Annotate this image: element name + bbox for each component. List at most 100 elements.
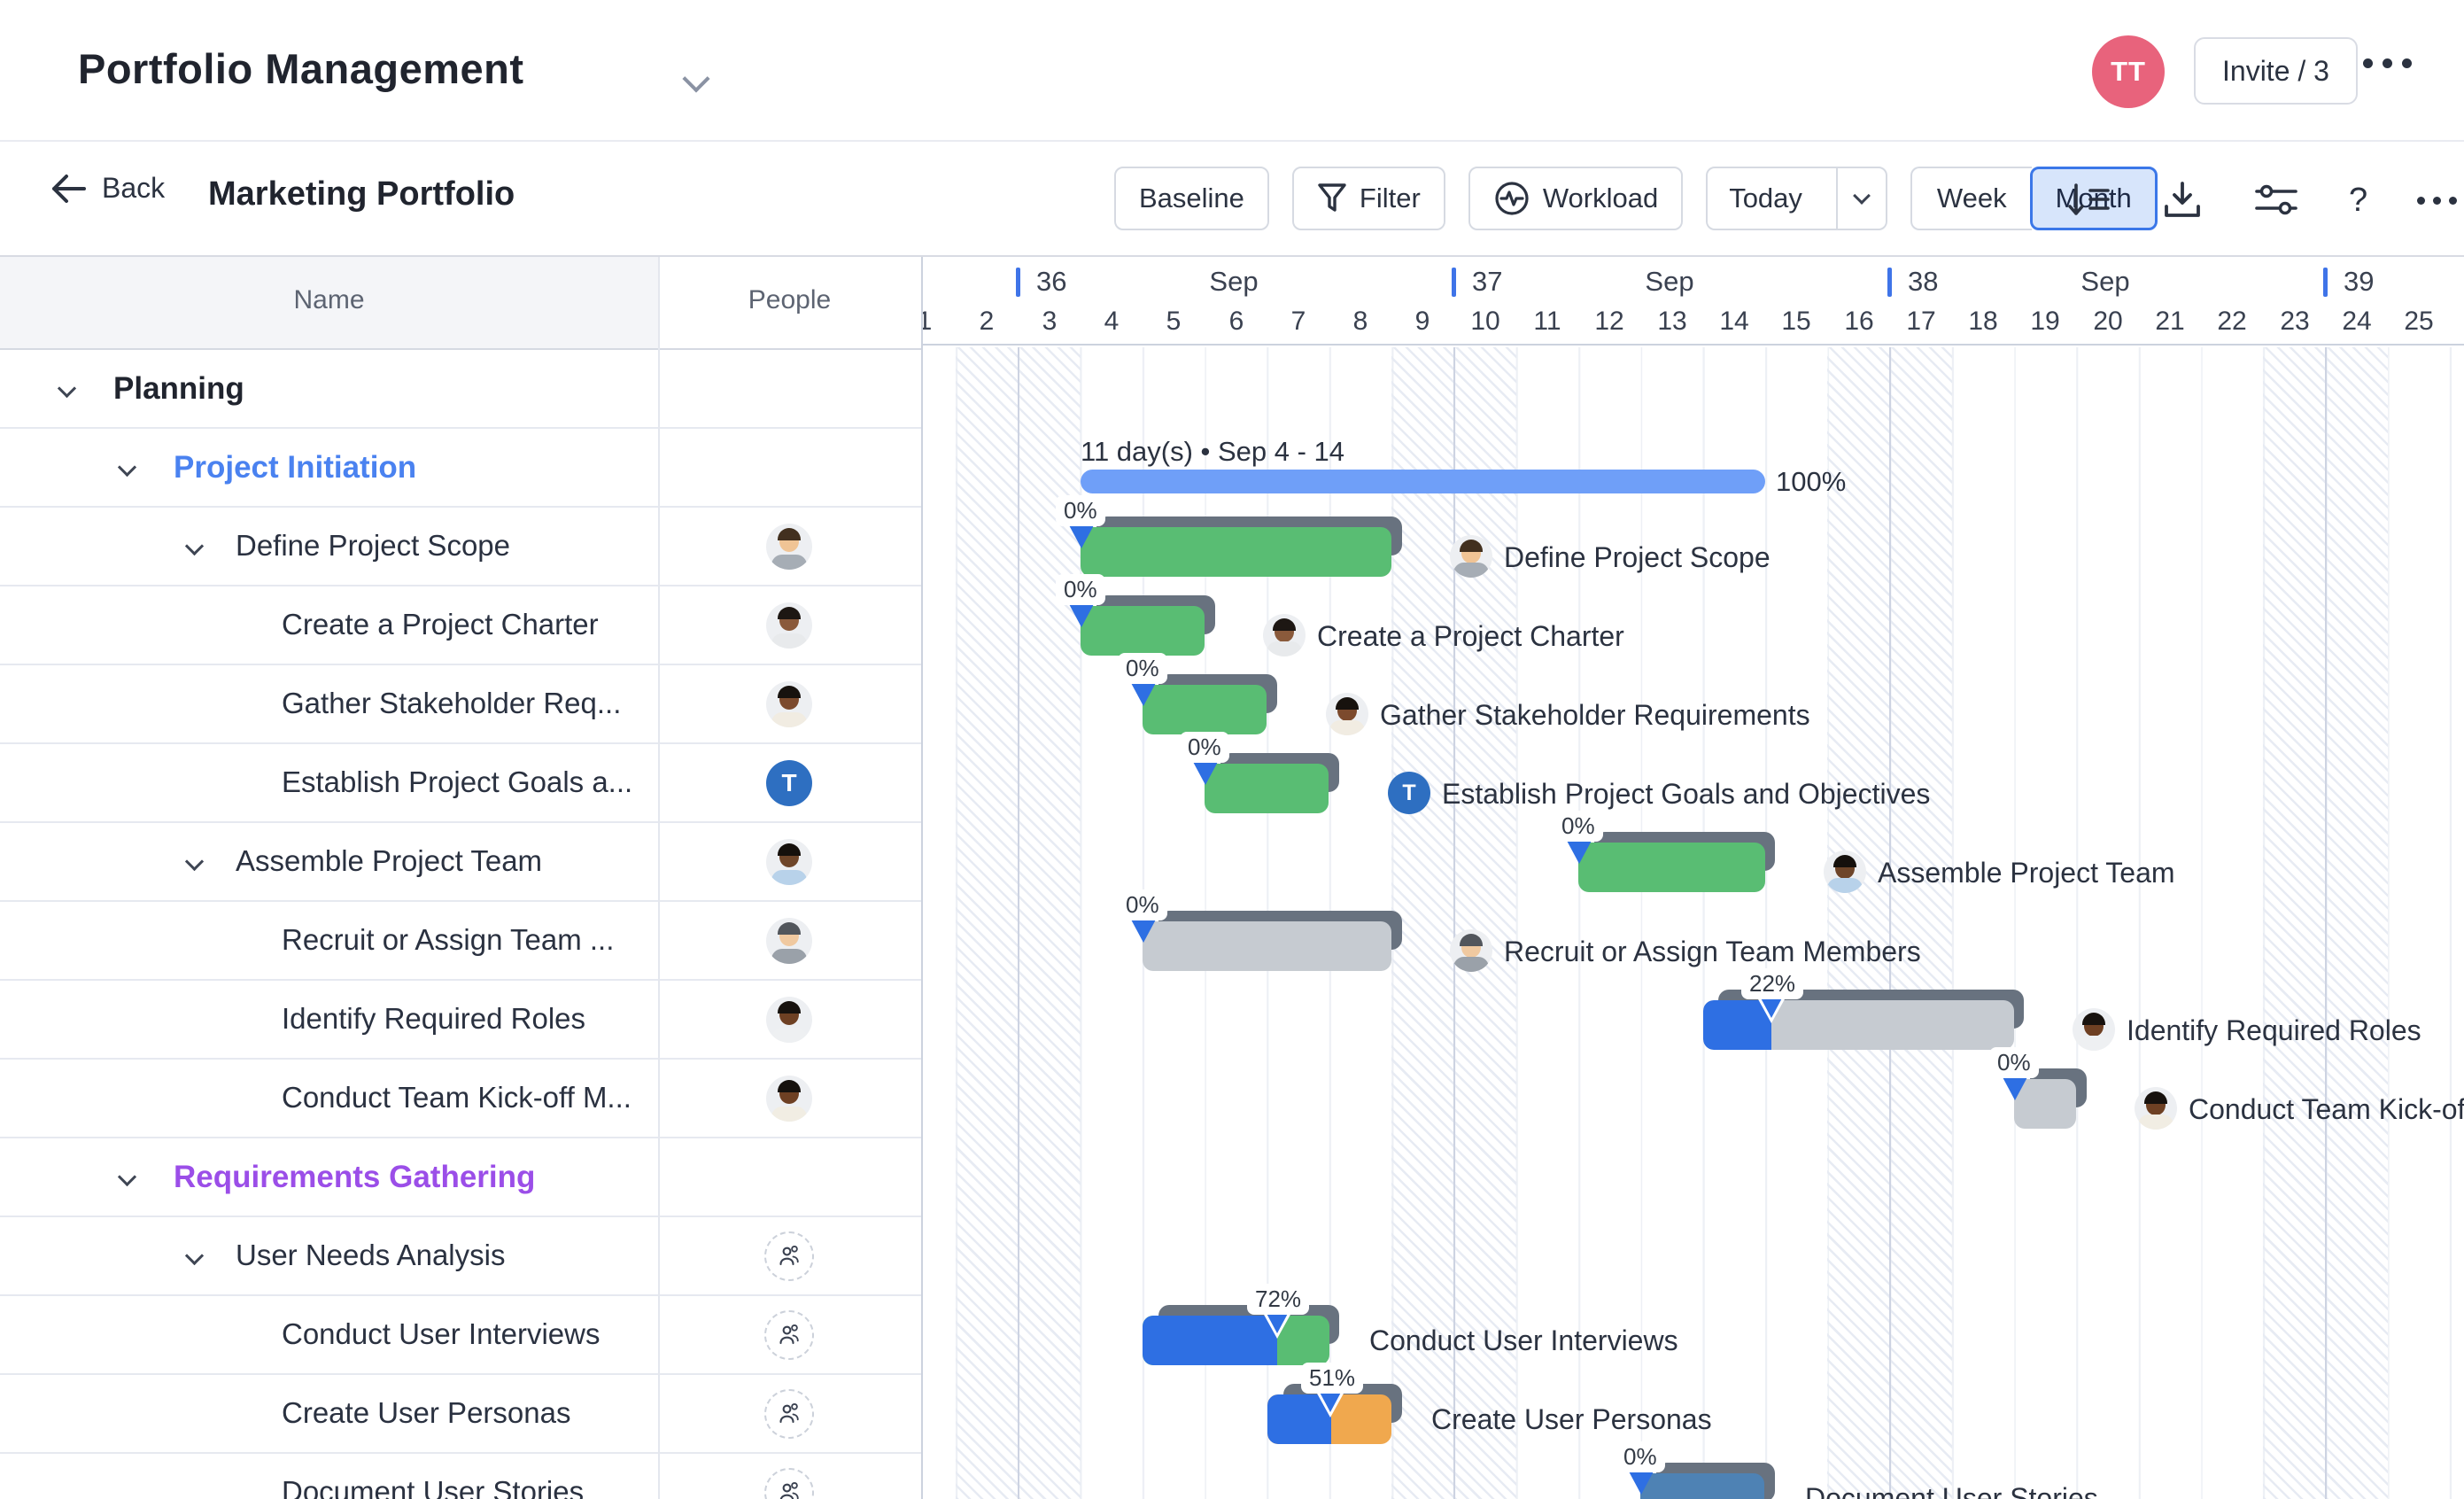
task-bar-label: Recruit or Assign Team Members	[1504, 936, 1921, 968]
assign-people-icon[interactable]	[764, 1310, 814, 1360]
assign-people-icon[interactable]	[764, 1389, 814, 1439]
assignee-avatar[interactable]	[766, 681, 812, 727]
table-row-gather-stakeholder[interactable]: Gather Stakeholder Req...	[0, 665, 921, 744]
table-row-requirements-gathering[interactable]: Requirements Gathering	[0, 1138, 921, 1217]
task-bar-create-project-charter[interactable]	[1081, 606, 1205, 656]
day-label: 1	[921, 307, 944, 337]
today-split-button: Today	[1706, 167, 1887, 230]
row-label: Assemble Project Team	[236, 844, 542, 878]
day-label: 25	[2399, 307, 2438, 337]
day-label: 21	[2150, 307, 2189, 337]
more-menu-button[interactable]	[2363, 58, 2412, 68]
today-button[interactable]: Today	[1708, 168, 1824, 229]
portfolio-title[interactable]: Portfolio Management	[78, 44, 524, 93]
table-row-recruit-team[interactable]: Recruit or Assign Team ...	[0, 902, 921, 981]
collapse-chevron-icon[interactable]	[118, 458, 136, 477]
progress-marker-icon[interactable]	[2002, 1076, 2028, 1100]
task-bar-conduct-interviews[interactable]	[1143, 1316, 1329, 1365]
row-label: Project Initiation	[174, 450, 416, 485]
portfolio-chevron-down-icon[interactable]	[682, 65, 709, 92]
collapse-chevron-icon[interactable]	[185, 537, 204, 555]
main-area: Name People Planning Project Initiation …	[0, 257, 2464, 1499]
toolbar-more-button[interactable]	[2417, 197, 2457, 205]
collapse-chevron-icon[interactable]	[185, 852, 204, 871]
table-row-assemble-team[interactable]: Assemble Project Team	[0, 823, 921, 902]
assignee-avatar[interactable]	[766, 997, 812, 1043]
table-row-create-project-charter[interactable]: Create a Project Charter	[0, 586, 921, 665]
sort-icon[interactable]	[2065, 180, 2111, 221]
table-row-establish-goals[interactable]: Establish Project Goals a... T	[0, 744, 921, 823]
table-row-user-needs-analysis[interactable]: User Needs Analysis	[0, 1217, 921, 1296]
table-row-conduct-interviews[interactable]: Conduct User Interviews	[0, 1296, 921, 1375]
assignee-avatar[interactable]	[766, 524, 812, 570]
progress-label: 0%	[1989, 1047, 2039, 1078]
task-bar-recruit-team[interactable]	[1143, 921, 1391, 971]
progress-marker-icon[interactable]	[1192, 760, 1219, 785]
collapse-chevron-icon[interactable]	[118, 1168, 136, 1186]
week-number: 37	[1472, 266, 1502, 298]
table-row-kickoff-meeting[interactable]: Conduct Team Kick-off M...	[0, 1060, 921, 1138]
task-avatar	[1824, 850, 1866, 893]
month-label: Sep	[1625, 266, 1714, 298]
user-avatar[interactable]: TT	[2092, 35, 2165, 108]
day-label: 5	[1154, 307, 1193, 337]
summary-bar[interactable]	[1081, 470, 1765, 493]
day-label: 13	[1653, 307, 1692, 337]
settings-sliders-icon[interactable]	[2253, 181, 2299, 220]
assign-people-icon[interactable]	[764, 1231, 814, 1281]
workload-button[interactable]: Workload	[1468, 167, 1683, 230]
task-bar-define-project-scope[interactable]	[1081, 527, 1391, 577]
task-bar-assemble-team[interactable]	[1578, 843, 1765, 892]
assignee-avatar[interactable]	[766, 918, 812, 964]
project-title: Marketing Portfolio	[208, 175, 515, 214]
task-bar-label: Conduct Team Kick-off Meeting	[2189, 1093, 2464, 1126]
assignee-avatar[interactable]	[766, 839, 812, 885]
timeline-header[interactable]: 36 Sep 37 Sep 38 Sep 39 1 2 3 4 5 6 7 8 …	[923, 257, 2464, 346]
task-bar-identify-roles[interactable]	[1703, 1000, 2014, 1050]
filter-button[interactable]: Filter	[1292, 167, 1445, 230]
top-bar: Portfolio Management TT Invite / 3	[0, 0, 2464, 142]
progress-marker-icon[interactable]	[1628, 1470, 1654, 1495]
week-toggle-button[interactable]: Week	[1910, 167, 2032, 230]
today-label: Today	[1729, 183, 1802, 214]
help-button[interactable]: ?	[2349, 182, 2367, 220]
today-dropdown-button[interactable]	[1836, 168, 1886, 229]
task-bar-label: Establish Project Goals and Objectives	[1442, 778, 1930, 811]
task-bar-establish-goals[interactable]	[1205, 764, 1329, 813]
week-tick	[1887, 268, 1892, 297]
day-label: 17	[1902, 307, 1941, 337]
baseline-button[interactable]: Baseline	[1114, 167, 1269, 230]
collapse-chevron-icon[interactable]	[58, 379, 76, 398]
row-label: Identify Required Roles	[282, 1002, 585, 1036]
people-column-header[interactable]: People	[658, 285, 921, 315]
assignee-avatar[interactable]	[766, 602, 812, 649]
collapse-chevron-icon[interactable]	[185, 1247, 204, 1265]
progress-marker-icon[interactable]	[1068, 524, 1095, 548]
table-row-document-stories[interactable]: Document User Stories	[0, 1454, 921, 1499]
download-icon[interactable]	[2161, 180, 2204, 221]
progress-label: 0%	[1056, 495, 1105, 526]
name-column-header[interactable]: Name	[0, 285, 658, 315]
assignee-avatar[interactable]	[766, 1076, 812, 1122]
progress-marker-icon[interactable]	[1068, 602, 1095, 627]
day-label: 11	[1528, 307, 1567, 337]
invite-button[interactable]: Invite / 3	[2194, 37, 2358, 105]
table-row-identify-roles[interactable]: Identify Required Roles	[0, 981, 921, 1060]
assign-people-icon[interactable]	[764, 1468, 814, 1499]
task-bar-document-stories[interactable]	[1640, 1473, 1764, 1499]
row-label: Conduct Team Kick-off M...	[282, 1081, 631, 1115]
day-label: 6	[1217, 307, 1256, 337]
table-row-create-personas[interactable]: Create User Personas	[0, 1375, 921, 1454]
gantt-body[interactable]: 11 day(s) • Sep 4 - 14 100% 0% Define Pr…	[923, 347, 2464, 1499]
table-row-planning[interactable]: Planning	[0, 350, 921, 429]
filter-label: Filter	[1360, 183, 1421, 214]
progress-marker-icon[interactable]	[1566, 839, 1592, 864]
task-bar-label: Gather Stakeholder Requirements	[1380, 699, 1810, 732]
assignee-avatar-initial[interactable]: T	[766, 760, 812, 806]
task-bar-gather-stakeholder[interactable]	[1143, 685, 1267, 734]
back-button[interactable]: Back	[49, 172, 165, 205]
table-row-project-initiation[interactable]: Project Initiation	[0, 429, 921, 508]
progress-marker-icon[interactable]	[1130, 681, 1157, 706]
table-row-define-project-scope[interactable]: Define Project Scope	[0, 508, 921, 586]
progress-marker-icon[interactable]	[1130, 918, 1157, 943]
